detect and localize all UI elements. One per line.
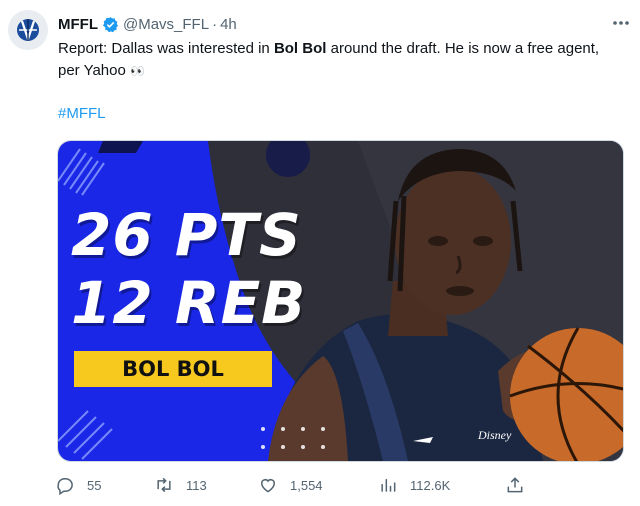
rebounds-stat: 12 REB: [71, 269, 307, 337]
author-handle[interactable]: @Mavs_FFL: [123, 16, 209, 33]
views-icon: [381, 479, 396, 492]
verified-icon: [102, 16, 118, 32]
retweet-button[interactable]: 113: [154, 470, 207, 500]
points-stat: 26 PTS: [71, 201, 302, 269]
tweet-text-part: Report: Dallas was interested in: [58, 40, 274, 57]
like-icon: [261, 479, 275, 493]
eyes-emoji: 👀: [130, 64, 145, 78]
tweet-actions: 55 113 1,554 112.6K: [50, 470, 610, 500]
player-name-badge: BOL BOL: [74, 351, 272, 387]
views-count: 112.6K: [410, 477, 451, 493]
tweet-header: MFFL @Mavs_FFL · 4h: [58, 13, 630, 35]
share-button[interactable]: [505, 470, 537, 500]
reply-icon: [57, 478, 73, 495]
timestamp[interactable]: 4h: [220, 16, 237, 33]
retweet-icon: [157, 477, 171, 493]
like-count: 1,554: [290, 477, 323, 493]
jersey-logo: Disney: [477, 428, 512, 442]
reply-button[interactable]: 55: [55, 470, 101, 500]
avatar[interactable]: [8, 10, 48, 50]
hashtag-link[interactable]: #MFFL: [58, 105, 106, 122]
more-icon[interactable]: [610, 14, 632, 32]
player-mention: Bol Bol: [273, 40, 327, 57]
tweet-text: Report: Dallas was interested in Bol Bol…: [58, 38, 618, 82]
like-button[interactable]: 1,554: [258, 470, 323, 500]
author-name[interactable]: MFFL: [58, 16, 98, 33]
tweet-image[interactable]: Disney 26 PTS 12 REB BOL BOL: [57, 140, 624, 462]
share-icon: [507, 477, 523, 493]
separator-dot: ·: [212, 15, 218, 33]
views-button[interactable]: 112.6K: [378, 470, 450, 500]
retweet-count: 113: [186, 477, 207, 493]
reply-count: 55: [87, 477, 102, 493]
